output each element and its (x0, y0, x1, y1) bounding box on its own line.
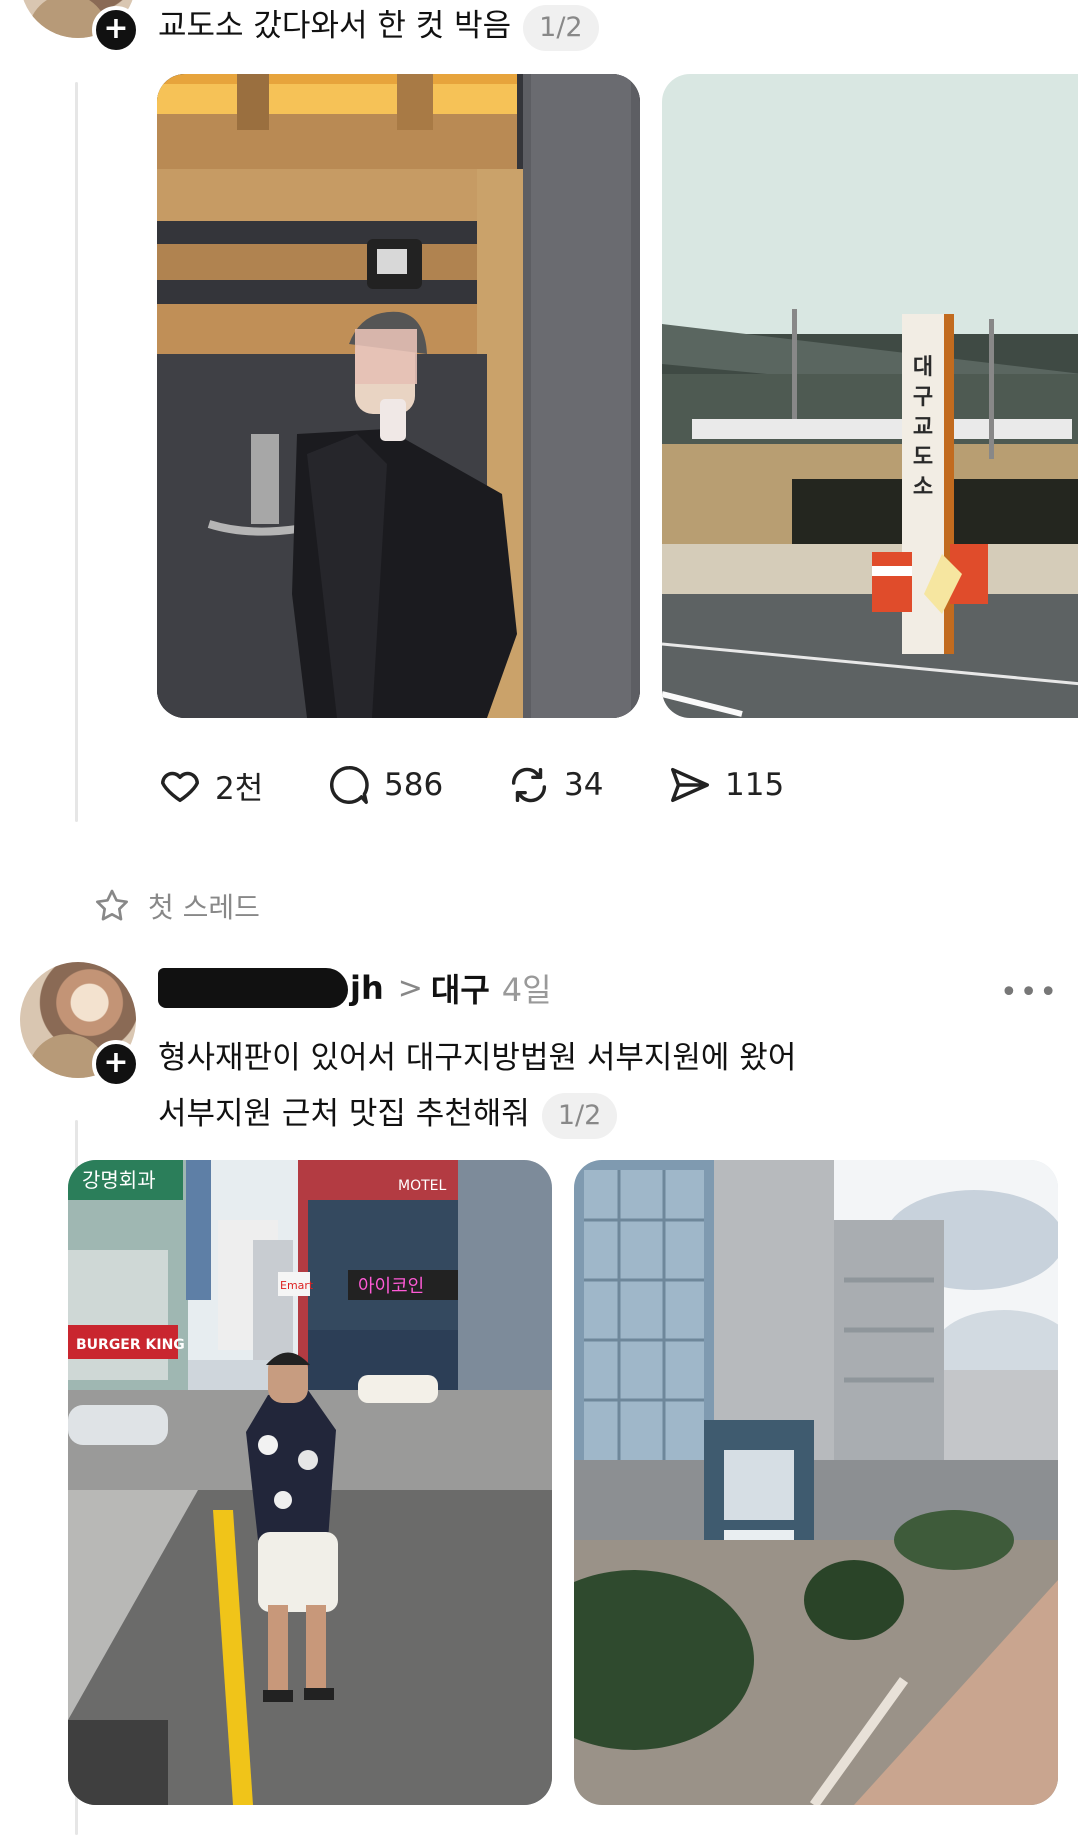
post-time: 4일 (501, 971, 552, 1009)
courthouse-photo-image (574, 1160, 1058, 1805)
follow-plus-icon[interactable]: + (92, 6, 140, 54)
heart-icon (161, 771, 199, 803)
vertical-sign-char-4: 도 (913, 445, 933, 470)
motel-sign: MOTEL (398, 1178, 446, 1194)
more-options-icon[interactable]: ••• (1000, 975, 1059, 1010)
post-text-line-1: 형사재판이 있어서 대구지방법원 서부지원에 왔어 (158, 1040, 797, 1076)
shop-sign: 아이코인 (358, 1276, 424, 1297)
redacted-username (158, 968, 348, 1008)
post-photo-2[interactable]: 대 구 교 도 소 (662, 74, 1078, 718)
emart-sign: Emart (280, 1279, 314, 1292)
vertical-sign-char-1: 대 (913, 355, 933, 380)
repost-icon (511, 767, 547, 803)
post-photo-4[interactable] (574, 1160, 1058, 1805)
like-button[interactable]: 2천 (157, 762, 263, 808)
community-name[interactable]: 대구 (431, 965, 490, 1011)
page-badge: 1/2 (541, 1092, 618, 1139)
comment-icon (329, 766, 369, 804)
share-count: 115 (725, 767, 785, 803)
burger-king-sign: BURGER KING (76, 1337, 185, 1353)
chevron-right-icon: > (397, 970, 423, 1006)
star-icon (96, 889, 128, 921)
send-icon (671, 767, 709, 803)
reply-count: 586 (384, 767, 444, 803)
repost-count: 34 (564, 767, 604, 803)
post-caption-line-2: 서부지원 근처 맛집 추천해줘 (158, 1096, 530, 1132)
reply-button[interactable]: 586 (326, 762, 443, 808)
post-text: 형사재판이 있어서 대구지방법원 서부지원에 왔어 서부지원 근처 맛집 추천해… (158, 1034, 796, 1139)
like-count: 2천 (215, 770, 264, 807)
follow-plus-icon[interactable]: + (92, 1040, 140, 1088)
vertical-sign-char-2: 구 (913, 385, 933, 410)
post-photo-3[interactable]: BURGER KING 강명회과 MOTEL 아이코인 Emart (68, 1160, 552, 1805)
share-button[interactable]: 115 (667, 762, 784, 808)
page-badge: 1/2 (523, 4, 599, 51)
prison-photo-image: 대 구 교 도 소 (662, 74, 1078, 718)
first-thread-label: 첫 스레드 (148, 891, 260, 924)
post-caption: 교도소 갔다와서 한 컷 박음 (158, 8, 512, 44)
username[interactable]: jh (350, 969, 384, 1007)
first-thread-row: 첫 스레드 (92, 886, 260, 926)
repost-button[interactable]: 34 (506, 762, 603, 808)
post-text-line-2: 서부지원 근처 맛집 추천해줘 1/2 (158, 1090, 796, 1139)
thread-line (75, 82, 78, 822)
post-header: jh > 대구 4일 (158, 965, 552, 1011)
street-photo-image: BURGER KING 강명회과 MOTEL 아이코인 Emart (68, 1160, 552, 1805)
vertical-sign-char-3: 교 (913, 415, 933, 440)
vertical-sign-char-5: 소 (913, 475, 933, 500)
top-sign: 강명회과 (82, 1168, 156, 1192)
post-text: 교도소 갔다와서 한 컷 박음 1/2 (158, 2, 599, 51)
selfie-photo-image (157, 74, 640, 718)
post-photo-1[interactable] (157, 74, 640, 718)
